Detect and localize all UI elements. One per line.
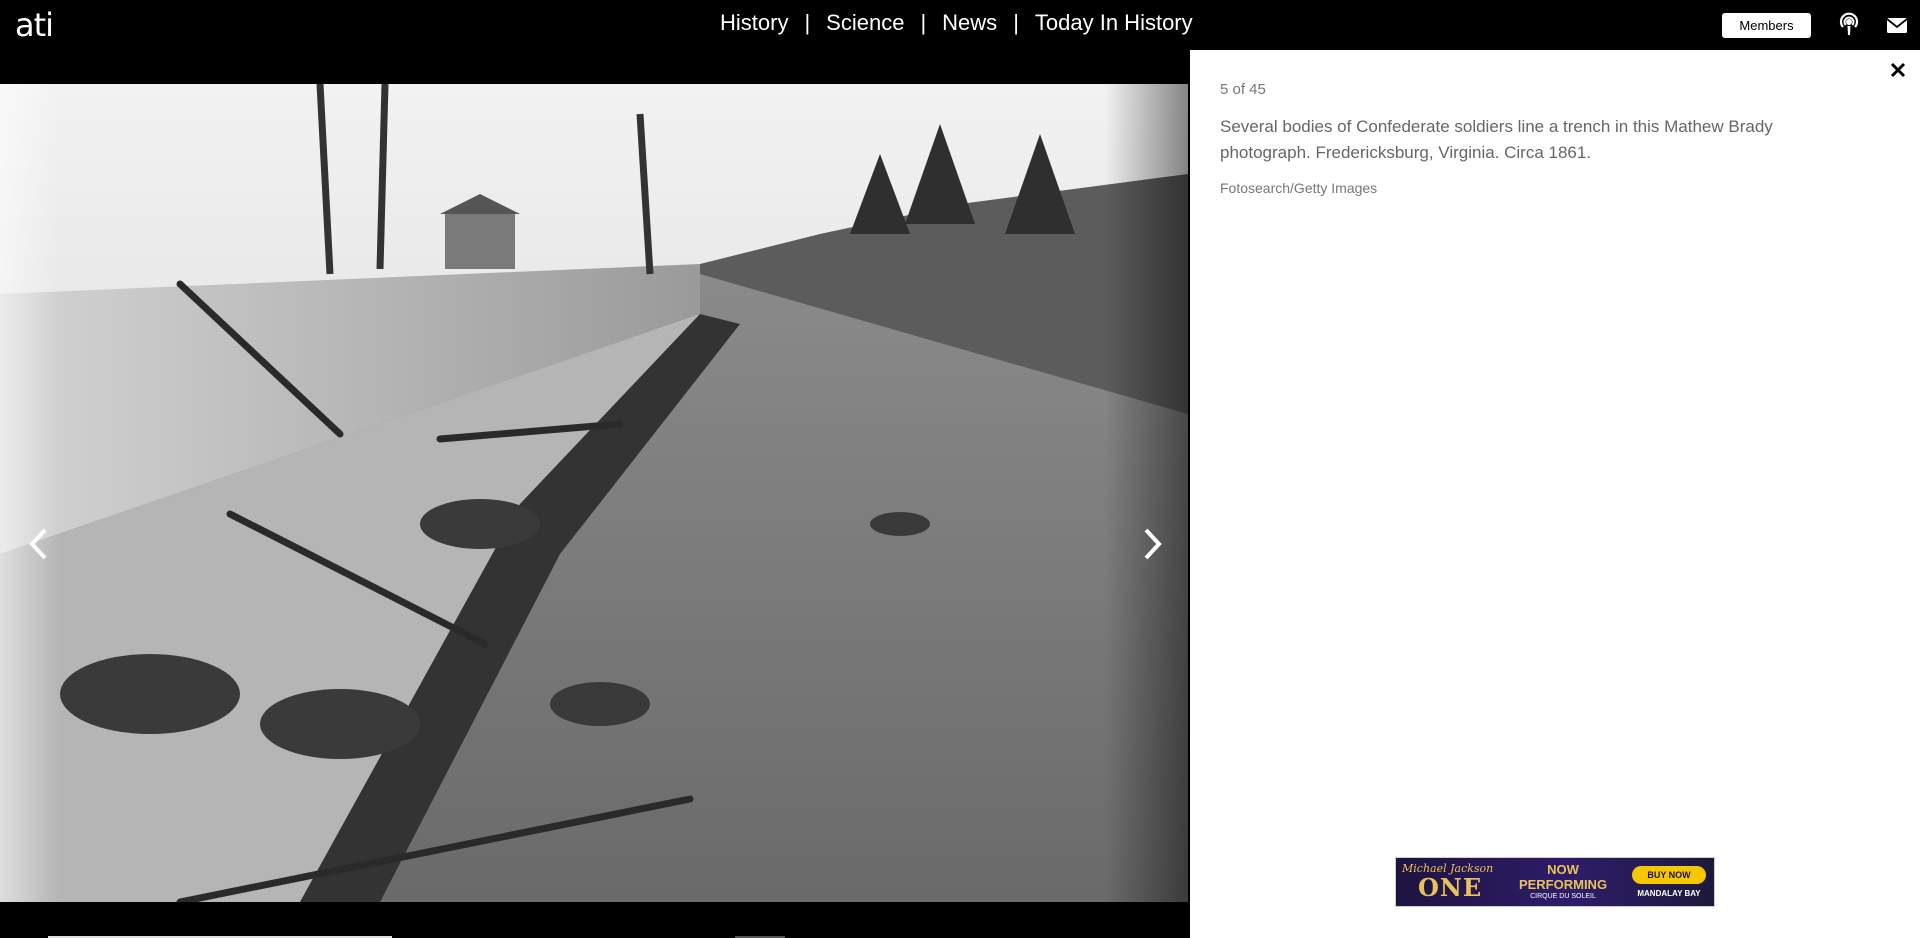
nav-news[interactable]: News bbox=[942, 10, 997, 36]
gallery-photo bbox=[0, 84, 1188, 902]
nav-science[interactable]: Science bbox=[826, 10, 904, 36]
podcast-icon[interactable] bbox=[1836, 12, 1862, 38]
close-button[interactable] bbox=[1886, 58, 1910, 82]
caption-panel: 5 of 45 Several bodies of Confederate so… bbox=[1190, 50, 1920, 938]
advertisement-banner[interactable]: Michael Jackson ONE NOW PERFORMING CIRQU… bbox=[1395, 857, 1715, 907]
nav-separator: | bbox=[920, 10, 927, 35]
ad-subline: CIRQUE DU SOLEIL bbox=[1530, 893, 1596, 900]
photo-credit: Fotosearch/Getty Images bbox=[1220, 180, 1378, 196]
ad-venue: MANDALAY BAY bbox=[1637, 889, 1701, 898]
nav-today-in-history[interactable]: Today In History bbox=[1035, 10, 1193, 36]
ad-headline: NOW PERFORMING bbox=[1518, 862, 1608, 892]
close-icon bbox=[1890, 62, 1906, 78]
slide-counter: 5 of 45 bbox=[1220, 81, 1266, 98]
mail-icon[interactable] bbox=[1884, 12, 1910, 38]
chevron-left-icon bbox=[29, 528, 47, 560]
nav-separator: | bbox=[1013, 10, 1019, 35]
ad-brand-title: ONE bbox=[1418, 873, 1483, 902]
nav-history[interactable]: History bbox=[720, 10, 788, 36]
chevron-right-icon bbox=[1144, 528, 1162, 560]
nav-separator: | bbox=[804, 10, 811, 35]
previous-photo-button[interactable] bbox=[18, 518, 58, 570]
main-nav: History | Science | News | Today In Hist… bbox=[720, 10, 1193, 36]
site-logo[interactable]: ati bbox=[15, 6, 54, 44]
ad-buy-now-button[interactable]: BUY NOW bbox=[1632, 866, 1706, 884]
photo-caption: Several bodies of Confederate soldiers l… bbox=[1220, 117, 1773, 162]
photo-viewer bbox=[0, 50, 1190, 938]
next-photo-button[interactable] bbox=[1133, 518, 1173, 570]
top-navigation-bar: ati History | Science | News | Today In … bbox=[0, 0, 1920, 50]
members-button[interactable]: Members bbox=[1722, 13, 1811, 38]
